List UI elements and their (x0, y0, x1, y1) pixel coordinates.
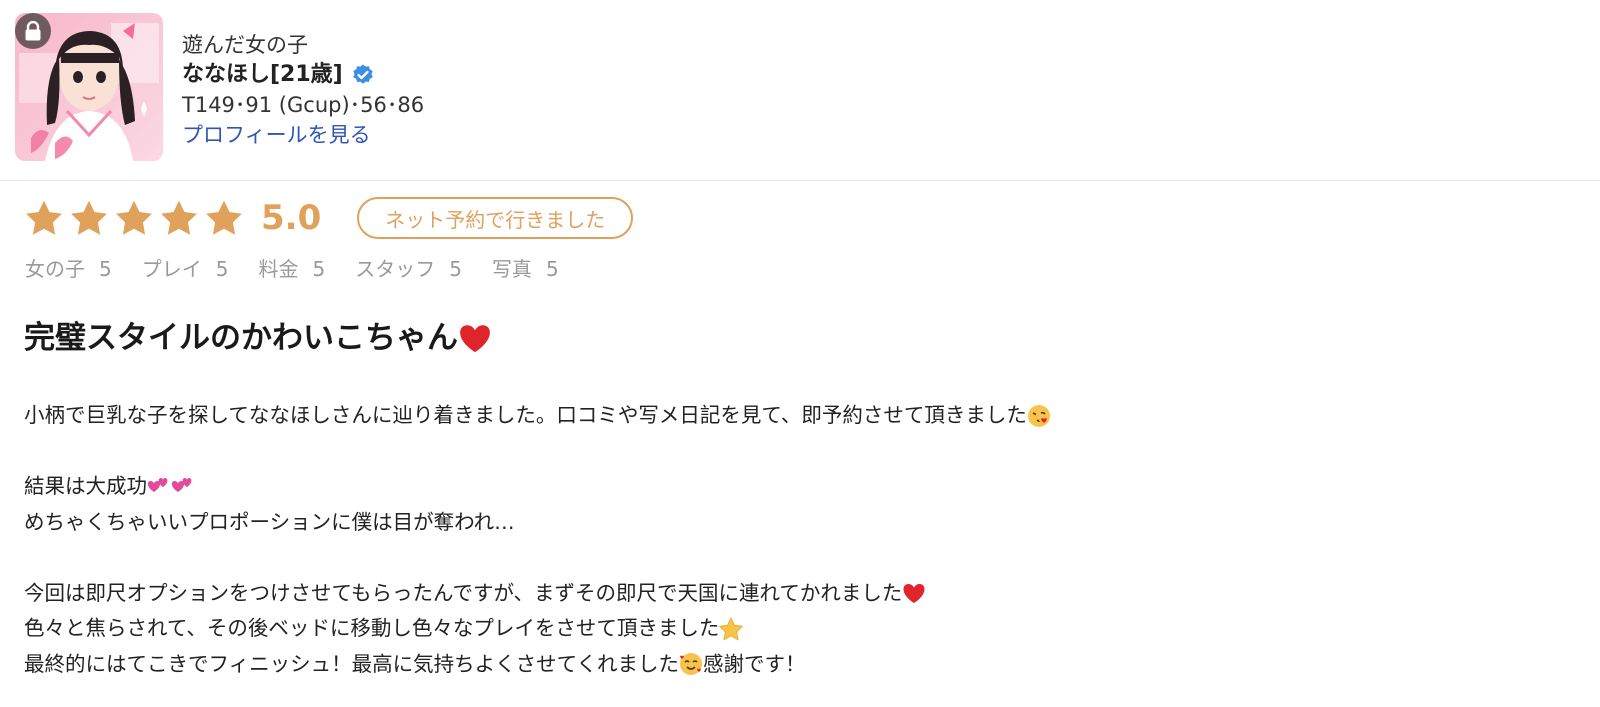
review-line-text: 感謝です！ (702, 651, 806, 676)
star-icon (71, 200, 107, 235)
review-line: めちゃくちゃいいプロポーションに僕は目が奪われ… (24, 505, 1051, 541)
subscore-price: 料金 5 (258, 254, 325, 284)
subscore-value: 5 (312, 257, 326, 281)
two-hearts-icon (171, 477, 192, 492)
review-line: 今回は即尺オプションをつけさせてもらったんですが、まずその即尺で天国に連れてかれ… (24, 576, 1051, 612)
subscore-staff: スタッフ 5 (355, 254, 462, 284)
red-heart-icon (460, 325, 490, 353)
subscore-value: 5 (215, 257, 229, 281)
star-icon (26, 200, 62, 235)
subscore-photo: 写真 5 (492, 254, 559, 284)
smiling-hearts-face-icon (679, 653, 702, 676)
girl-photo[interactable] (15, 13, 163, 161)
girl-specs: T149･91 (Gcup)･56･86 (182, 93, 425, 117)
review-blank-line (24, 540, 1051, 576)
played-girl-label: 遊んだ女の子 (182, 33, 308, 57)
girl-name-row: ななほし[21歳] (182, 60, 424, 90)
review-line-text: 今回は即尺オプションをつけさせてもらったんですが、まずその即尺で天国に連れてかれ… (24, 580, 903, 605)
review-line-text: めちゃくちゃいいプロポーションに僕は目が奪われ… (24, 509, 515, 534)
view-profile-link[interactable]: プロフィールを見る (182, 123, 371, 147)
review-title-text: 完璧スタイルのかわいこちゃん (24, 320, 458, 356)
kiss-face-icon (1027, 404, 1050, 427)
rating-row: 5.0 ネット予約で行きました (25, 197, 634, 239)
lock-icon (15, 13, 51, 49)
subscore-play: プレイ 5 (142, 254, 229, 284)
subscore-value: 5 (99, 257, 112, 281)
subscore-label: 写真 (491, 257, 532, 281)
star-icon (161, 200, 197, 235)
review-line: 色々と焦らされて、その後ベッドに移動し色々なプレイをさせて頂きました (24, 611, 1051, 647)
rating-score: 5.0 (261, 198, 322, 238)
two-hearts-icon (147, 477, 168, 492)
review-line-text: 小柄で巨乳な子を探してななほしさんに辿り着きました。口コミや写メ日記を見て、即予… (24, 403, 1027, 427)
verified-check-icon (353, 64, 373, 84)
subscore-value: 5 (545, 257, 559, 281)
review-line-text: 最終的にはてこきでフィニッシュ！最高に気持ちよくさせてくれました (24, 651, 679, 676)
star-rating (25, 200, 243, 236)
review-line-text: 結果は大成功 (24, 474, 147, 498)
girl-name: ななほし[21歳] (182, 62, 343, 87)
review-line-text: 色々と焦らされて、その後ベッドに移動し色々なプレイをさせて頂きました (24, 616, 720, 640)
subscore-label: 料金 (258, 257, 299, 281)
subscore-label: スタッフ (355, 257, 436, 281)
star-icon (116, 200, 152, 235)
review-line: 結果は大成功 (24, 469, 1051, 505)
review-line: 最終的にはてこきでフィニッシュ！最高に気持ちよくさせてくれました 感謝です！ (24, 647, 1051, 683)
girl-info: 遊んだ女の子 ななほし[21歳] T149･91 (Gcup)･56･86 プロ… (182, 30, 424, 150)
net-reservation-badge: ネット予約で行きました (357, 197, 634, 239)
subscore-list: 女の子 5 プレイ 5 料金 5 スタッフ 5 写真 5 (25, 254, 589, 284)
red-heart-icon (903, 584, 925, 604)
subscore-girl: 女の子 5 (25, 254, 112, 284)
girl-header: 遊んだ女の子 ななほし[21歳] T149･91 (Gcup)･56･86 プロ… (0, 0, 1600, 181)
subscore-label: プレイ (141, 257, 202, 281)
review-title: 完璧スタイルのかわいこちゃん (24, 318, 492, 358)
subscore-value: 5 (449, 257, 462, 281)
star-icon (206, 200, 242, 235)
subscore-label: 女の子 (25, 257, 85, 281)
review-body: 小柄で巨乳な子を探してななほしさんに辿り着きました。口コミや写メ日記を見て、即予… (24, 398, 1051, 682)
review-line: 小柄で巨乳な子を探してななほしさんに辿り着きました。口コミや写メ日記を見て、即予… (24, 398, 1051, 434)
review-blank-line (24, 434, 1051, 470)
star-icon (719, 616, 744, 641)
